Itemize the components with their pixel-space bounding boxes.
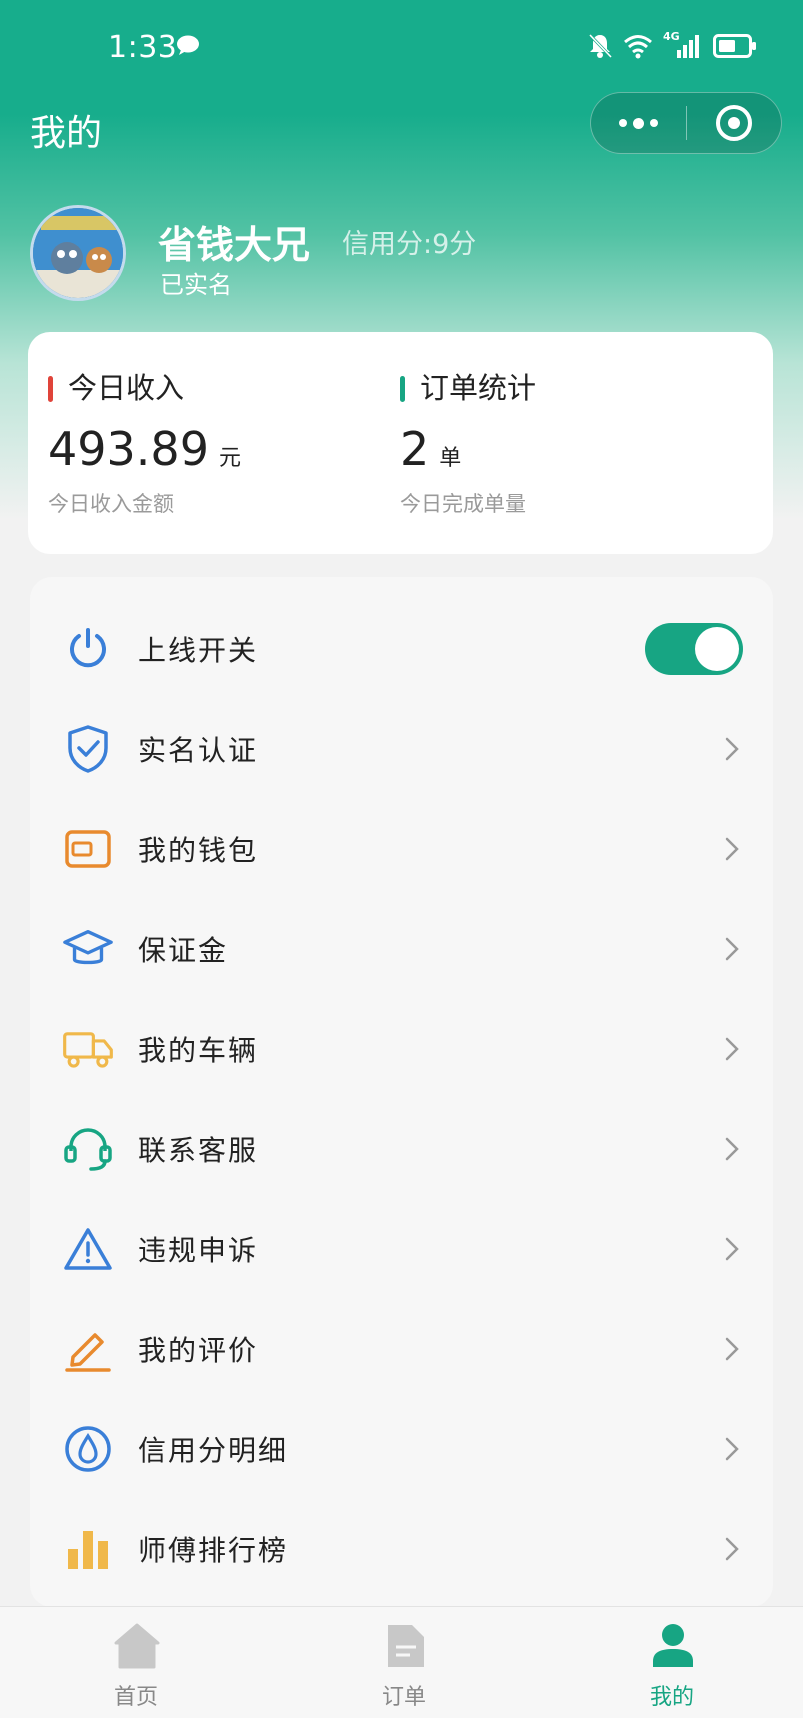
orders-unit: 单	[439, 446, 462, 471]
tab-home[interactable]: 首页	[66, 1607, 206, 1718]
tab-label: 首页	[113, 1685, 158, 1710]
menu-item-support[interactable]: 联系客服	[30, 1099, 773, 1199]
online-toggle[interactable]	[645, 623, 743, 675]
menu-label: 我的钱包	[138, 834, 259, 867]
menu-card: 上线开关 实名认证 我的钱包 保证金 我的车辆 联系客服 违规申诉 我的评价 信…	[30, 577, 773, 1607]
income-value-row: 493.89 元	[48, 422, 241, 476]
mini-program-capsule	[590, 92, 782, 154]
cell-signal-icon: 4G	[663, 30, 703, 60]
menu-item-verification[interactable]: 实名认证	[30, 699, 773, 799]
menu-item-credit-details[interactable]: 信用分明细	[30, 1399, 773, 1499]
chevron-right-icon	[725, 737, 739, 761]
tab-profile[interactable]: 我的	[602, 1607, 742, 1718]
shield-check-icon	[62, 723, 114, 775]
menu-item-vehicle[interactable]: 我的车辆	[30, 999, 773, 1099]
document-icon	[388, 1625, 424, 1667]
menu-item-wallet[interactable]: 我的钱包	[30, 799, 773, 899]
menu-label: 联系客服	[138, 1134, 259, 1167]
graduation-cap-icon	[62, 923, 114, 975]
chevron-right-icon	[725, 837, 739, 861]
menu-label: 我的评价	[138, 1334, 259, 1367]
tab-label: 订单	[381, 1685, 426, 1710]
orders-title: 订单统计	[400, 368, 536, 408]
drop-icon	[62, 1423, 114, 1475]
avatar[interactable]	[30, 205, 126, 301]
chevron-right-icon	[725, 1437, 739, 1461]
menu-item-ranking[interactable]: 师傅排行榜	[30, 1499, 773, 1599]
orders-title-text: 订单统计	[420, 371, 537, 405]
chat-bubble-icon	[177, 35, 199, 55]
edit-icon	[62, 1323, 114, 1375]
more-dots-icon	[618, 117, 658, 129]
close-target-icon	[715, 105, 752, 141]
menu-label: 保证金	[138, 934, 229, 967]
truck-icon	[62, 1023, 114, 1075]
chevron-right-icon	[725, 1037, 739, 1061]
income-title: 今日收入	[48, 368, 241, 408]
menu-item-reviews[interactable]: 我的评价	[30, 1299, 773, 1399]
page-title: 我的	[30, 113, 103, 154]
orders-sub: 今日完成单量	[400, 492, 526, 516]
credit-score: 信用分:9分	[342, 229, 477, 260]
chevron-right-icon	[725, 1237, 739, 1261]
chevron-right-icon	[725, 1537, 739, 1561]
income-bar	[48, 376, 53, 402]
home-icon	[114, 1623, 160, 1669]
headset-icon	[62, 1123, 114, 1175]
stats-card: 今日收入 493.89 元 今日收入金额 订单统计 2 单 今日完成单量	[28, 332, 773, 554]
income-value: 493.89	[48, 422, 209, 476]
status-icons: 4G	[587, 30, 757, 62]
toggle-knob	[695, 627, 739, 671]
verification-status: 已实名	[160, 271, 232, 299]
income-sub: 今日收入金额	[48, 492, 174, 516]
user-icon	[653, 1624, 693, 1667]
menu-label: 师傅排行榜	[138, 1534, 289, 1567]
menu-item-appeal[interactable]: 违规申诉	[30, 1199, 773, 1299]
close-button[interactable]	[687, 93, 782, 153]
more-button[interactable]	[591, 93, 686, 153]
menu-label: 违规申诉	[138, 1234, 259, 1267]
income-title-text: 今日收入	[68, 371, 185, 405]
orders-bar	[400, 376, 405, 402]
tab-orders[interactable]: 订单	[334, 1607, 474, 1718]
menu-item-deposit[interactable]: 保证金	[30, 899, 773, 999]
menu-label: 上线开关	[138, 634, 259, 667]
orders-value-row: 2 单	[400, 422, 536, 476]
orders-value: 2	[400, 422, 430, 476]
income-stat[interactable]: 今日收入 493.89 元 今日收入金额	[48, 368, 241, 518]
bar-chart-icon	[62, 1523, 114, 1575]
orders-stat[interactable]: 订单统计 2 单 今日完成单量	[400, 368, 536, 518]
power-icon	[62, 623, 114, 675]
wifi-icon	[624, 35, 652, 59]
menu-label: 信用分明细	[138, 1434, 289, 1467]
status-bar: 1:33 4G	[0, 0, 803, 92]
menu-label: 我的车辆	[138, 1034, 259, 1067]
warning-icon	[62, 1223, 114, 1275]
income-unit: 元	[218, 446, 241, 471]
chevron-right-icon	[725, 1337, 739, 1361]
menu-label: 实名认证	[138, 734, 259, 767]
chevron-right-icon	[725, 937, 739, 961]
tab-label: 我的	[649, 1685, 694, 1710]
status-time: 1:33	[108, 30, 178, 65]
menu-item-online-switch: 上线开关	[30, 599, 773, 699]
tab-bar: 首页 订单 我的	[0, 1606, 803, 1718]
battery-icon	[713, 34, 756, 58]
bell-muted-icon	[588, 33, 613, 59]
user-name: 省钱大兄	[158, 223, 311, 267]
chevron-right-icon	[725, 1137, 739, 1161]
wallet-icon	[62, 823, 114, 875]
